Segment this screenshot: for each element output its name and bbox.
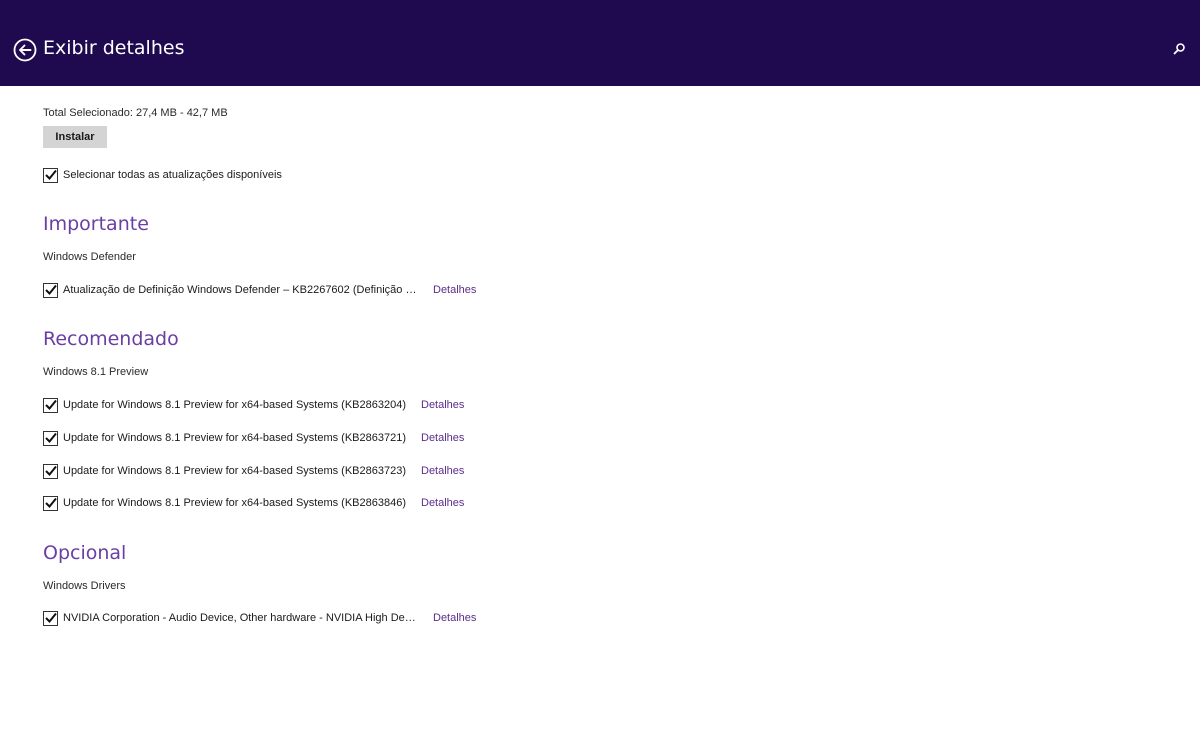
checkmark-icon bbox=[45, 497, 57, 508]
details-link[interactable]: Detalhes bbox=[421, 399, 464, 411]
update-checkbox[interactable] bbox=[43, 610, 58, 626]
section-group-windows-drivers: Windows Drivers bbox=[43, 580, 126, 592]
windows-update-details-page: Exibir detalhes Total Selecionado: 27,4 … bbox=[0, 0, 1200, 750]
checkmark-icon bbox=[45, 284, 57, 295]
update-checkbox[interactable] bbox=[43, 495, 58, 511]
checkmark-icon bbox=[45, 399, 57, 410]
update-item[interactable]: Update for Windows 8.1 Preview for x64-b… bbox=[43, 495, 464, 511]
update-item[interactable]: Atualização de Definição Windows Defende… bbox=[43, 282, 476, 298]
details-link[interactable]: Detalhes bbox=[421, 465, 464, 477]
details-link[interactable]: Detalhes bbox=[421, 432, 464, 444]
section-group-windows-81-preview: Windows 8.1 Preview bbox=[43, 366, 149, 378]
update-checkbox[interactable] bbox=[43, 282, 58, 298]
back-button[interactable] bbox=[13, 38, 37, 62]
app-header: Exibir detalhes bbox=[0, 0, 1200, 86]
page-title: Exibir detalhes bbox=[43, 37, 185, 59]
details-link[interactable]: Detalhes bbox=[433, 284, 476, 296]
back-arrow-circle-icon bbox=[13, 38, 37, 62]
checkmark-icon bbox=[45, 169, 57, 180]
update-label: NVIDIA Corporation - Audio Device, Other… bbox=[63, 612, 418, 624]
update-checkbox[interactable] bbox=[43, 463, 58, 479]
update-checkbox[interactable] bbox=[43, 430, 58, 446]
section-title-recomendado: Recomendado bbox=[43, 328, 179, 350]
update-item[interactable]: NVIDIA Corporation - Audio Device, Other… bbox=[43, 610, 476, 626]
update-item[interactable]: Update for Windows 8.1 Preview for x64-b… bbox=[43, 463, 464, 479]
update-label: Update for Windows 8.1 Preview for x64-b… bbox=[63, 399, 406, 411]
update-label: Update for Windows 8.1 Preview for x64-b… bbox=[63, 465, 406, 477]
search-button[interactable] bbox=[1170, 40, 1188, 58]
update-checkbox[interactable] bbox=[43, 397, 58, 413]
update-label: Update for Windows 8.1 Preview for x64-b… bbox=[63, 432, 406, 444]
update-label: Atualização de Definição Windows Defende… bbox=[63, 284, 418, 296]
select-all-checkbox[interactable] bbox=[43, 167, 58, 183]
total-selected-text: Total Selecionado: 27,4 MB - 42,7 MB bbox=[43, 107, 228, 119]
update-label: Update for Windows 8.1 Preview for x64-b… bbox=[63, 497, 406, 509]
checkmark-icon bbox=[45, 465, 57, 476]
section-title-importante: Importante bbox=[43, 213, 149, 235]
section-title-opcional: Opcional bbox=[43, 542, 127, 564]
section-group-windows-defender: Windows Defender bbox=[43, 251, 136, 263]
checkmark-icon bbox=[45, 612, 57, 623]
details-link[interactable]: Detalhes bbox=[421, 497, 464, 509]
update-item[interactable]: Update for Windows 8.1 Preview for x64-b… bbox=[43, 397, 464, 413]
search-icon bbox=[1170, 43, 1188, 62]
checkmark-icon bbox=[45, 432, 57, 443]
select-all-row[interactable]: Selecionar todas as atualizações disponí… bbox=[43, 167, 282, 183]
update-item[interactable]: Update for Windows 8.1 Preview for x64-b… bbox=[43, 430, 464, 446]
install-button[interactable]: Instalar bbox=[43, 126, 107, 148]
select-all-label: Selecionar todas as atualizações disponí… bbox=[63, 169, 282, 181]
details-link[interactable]: Detalhes bbox=[433, 612, 476, 624]
